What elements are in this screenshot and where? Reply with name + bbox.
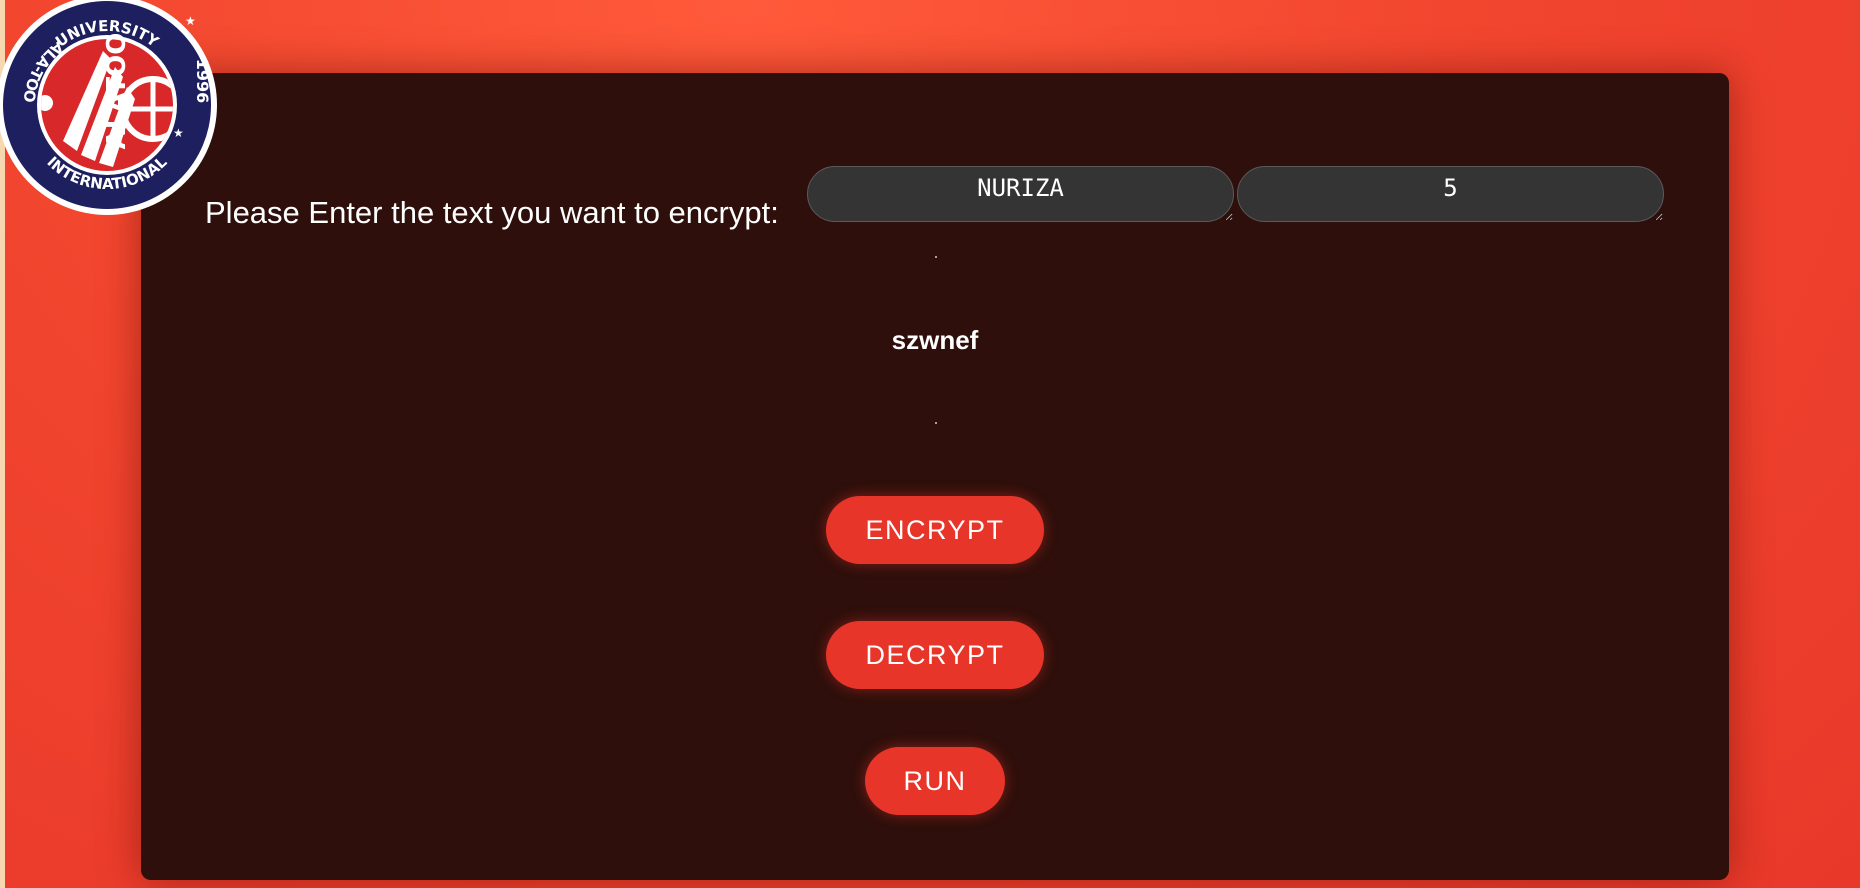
decrypt-button[interactable]: DECRYPT	[826, 621, 1044, 689]
divider-dot	[935, 422, 937, 424]
plaintext-input[interactable]: NURIZA	[807, 166, 1234, 222]
logo-star-icon: ★	[173, 126, 184, 140]
encrypt-button[interactable]: ENCRYPT	[826, 496, 1044, 564]
logo-star-icon: ★	[185, 14, 196, 28]
run-button[interactable]: RUN	[865, 747, 1005, 815]
result-text: szwnef	[891, 325, 979, 355]
alatoo-logo: ALATOO UNIVERSITY ALA-TOO INTERNATIONAL …	[0, 0, 217, 215]
key-input[interactable]: 5	[1237, 166, 1664, 222]
divider-dot	[935, 256, 937, 258]
encrypt-prompt-label: Please Enter the text you want to encryp…	[205, 195, 779, 230]
logo-name-text: ALATOO	[102, 33, 132, 150]
logo-year-text: 1996	[193, 59, 212, 104]
